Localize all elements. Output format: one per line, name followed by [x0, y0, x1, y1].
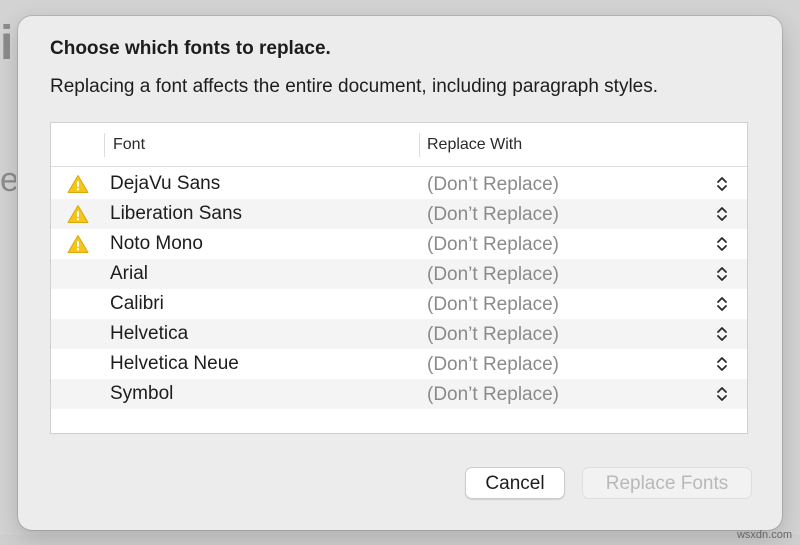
table-header: Font Replace With [51, 123, 747, 167]
column-separator [419, 133, 420, 157]
replace-with-popup[interactable]: (Don’t Replace) [427, 264, 559, 286]
replace-with-popup[interactable]: (Don’t Replace) [427, 204, 559, 226]
background-bottom-strip [0, 535, 800, 545]
replace-with-popup[interactable]: (Don’t Replace) [427, 294, 559, 316]
up-down-chevron-icon[interactable] [715, 355, 729, 373]
table-row[interactable]: DejaVu Sans (Don’t Replace) [51, 169, 747, 199]
replace-with-popup[interactable]: (Don’t Replace) [427, 354, 559, 376]
up-down-chevron-icon[interactable] [715, 205, 729, 223]
replace-fonts-dialog: Choose which fonts to replace. Replacing… [18, 16, 782, 530]
up-down-chevron-icon[interactable] [715, 385, 729, 403]
column-header-replace-with[interactable]: Replace With [427, 136, 522, 154]
table-row[interactable]: Symbol (Don’t Replace) [51, 379, 747, 409]
table-row[interactable]: Calibri (Don’t Replace) [51, 289, 747, 319]
background-text-fragment: e [0, 161, 16, 199]
up-down-chevron-icon[interactable] [715, 175, 729, 193]
warning-icon [67, 234, 89, 254]
up-down-chevron-icon[interactable] [715, 295, 729, 313]
dialog-description: Replacing a font affects the entire docu… [50, 76, 659, 97]
font-name: Arial [110, 263, 149, 284]
table-row[interactable]: Liberation Sans (Don’t Replace) [51, 199, 747, 229]
column-header-font[interactable]: Font [113, 136, 145, 154]
replace-fonts-button[interactable]: Replace Fonts [582, 467, 752, 499]
column-separator [104, 133, 105, 157]
font-name: Helvetica [110, 323, 189, 344]
table-row[interactable]: Helvetica (Don’t Replace) [51, 319, 747, 349]
background-text-fragment: i [0, 20, 14, 68]
table-body: DejaVu Sans (Don’t Replace) Liberation San… [51, 169, 747, 409]
replace-with-popup[interactable]: (Don’t Replace) [427, 324, 559, 346]
font-name: Symbol [110, 383, 174, 404]
font-name: Calibri [110, 293, 164, 314]
table-row[interactable]: Helvetica Neue (Don’t Replace) [51, 349, 747, 379]
up-down-chevron-icon[interactable] [715, 235, 729, 253]
font-name: Helvetica Neue [110, 353, 239, 374]
font-name: Liberation Sans [110, 203, 243, 224]
up-down-chevron-icon[interactable] [715, 265, 729, 283]
replace-with-popup[interactable]: (Don’t Replace) [427, 174, 559, 196]
warning-icon [67, 174, 89, 194]
warning-icon [67, 204, 89, 224]
watermark: wsxdn.com [736, 529, 792, 541]
dialog-title: Choose which fonts to replace. [50, 38, 331, 59]
fonts-table: Font Replace With DejaVu Sans (Don’t Repl… [50, 122, 748, 434]
up-down-chevron-icon[interactable] [715, 325, 729, 343]
replace-with-popup[interactable]: (Don’t Replace) [427, 384, 559, 406]
table-row[interactable]: Arial (Don’t Replace) [51, 259, 747, 289]
font-name: DejaVu Sans [110, 173, 221, 194]
cancel-button[interactable]: Cancel [465, 467, 565, 499]
table-row[interactable]: Noto Mono (Don’t Replace) [51, 229, 747, 259]
font-name: Noto Mono [110, 233, 203, 254]
replace-with-popup[interactable]: (Don’t Replace) [427, 234, 559, 256]
